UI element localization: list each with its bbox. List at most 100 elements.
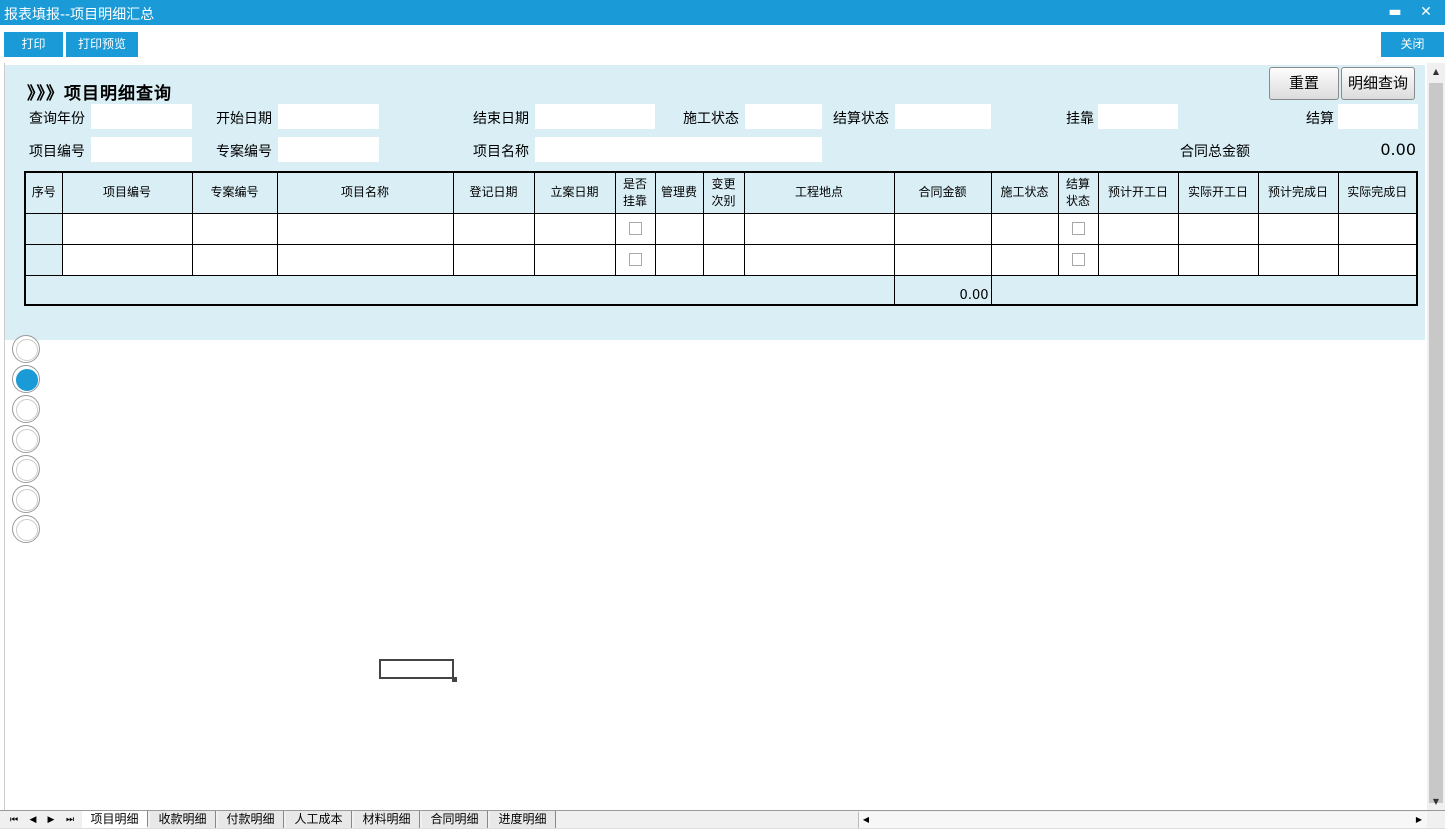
affiliated-checkbox[interactable] bbox=[628, 222, 642, 235]
cell bbox=[1057, 243, 1099, 276]
radio-option-1[interactable] bbox=[12, 335, 40, 363]
header-reg-date: 登记日期 bbox=[452, 171, 535, 214]
scroll-thumb[interactable] bbox=[1429, 83, 1443, 803]
settlement-checkbox[interactable] bbox=[1071, 222, 1085, 235]
cell[interactable] bbox=[1097, 212, 1179, 245]
radio-option-2[interactable] bbox=[12, 365, 40, 393]
cell[interactable] bbox=[1177, 212, 1259, 245]
close-button[interactable]: 关闭 bbox=[1381, 32, 1444, 57]
vertical-scrollbar[interactable]: ▲ ▼ bbox=[1427, 63, 1445, 811]
case-code-input[interactable] bbox=[278, 137, 379, 162]
cell bbox=[614, 212, 656, 245]
tab-progress-detail[interactable]: 进度明细 bbox=[490, 811, 556, 828]
header-filing-date: 立案日期 bbox=[533, 171, 616, 214]
print-button[interactable]: 打印 bbox=[4, 32, 63, 57]
scroll-up-icon[interactable]: ▲ bbox=[1427, 65, 1445, 79]
close-icon[interactable]: ✕ bbox=[1416, 3, 1436, 21]
radio-option-7[interactable] bbox=[12, 515, 40, 543]
end-date-input[interactable] bbox=[535, 104, 655, 129]
radio-option-6[interactable] bbox=[12, 485, 40, 513]
header-is-affiliated: 是否 挂靠 bbox=[614, 171, 656, 214]
construction-status-label: 施工状态 bbox=[683, 111, 739, 127]
tab-material-detail[interactable]: 材料明细 bbox=[354, 811, 420, 828]
header-contract-amount: 合同金额 bbox=[893, 171, 992, 214]
tab-labor-cost[interactable]: 人工成本 bbox=[286, 811, 352, 828]
cell[interactable] bbox=[191, 212, 278, 245]
cell[interactable] bbox=[276, 243, 454, 276]
tab-contract-detail[interactable]: 合同明细 bbox=[422, 811, 488, 828]
selected-cell-cursor[interactable] bbox=[379, 659, 457, 682]
header-settle-status: 结算 状态 bbox=[1057, 171, 1099, 214]
cell[interactable] bbox=[191, 243, 278, 276]
cell[interactable] bbox=[1257, 212, 1339, 245]
affiliated-checkbox[interactable] bbox=[628, 253, 642, 266]
year-input[interactable] bbox=[91, 104, 192, 129]
scroll-right-icon[interactable]: ▶ bbox=[1412, 812, 1426, 828]
settlement-label: 结算 bbox=[1306, 111, 1334, 127]
cell[interactable] bbox=[702, 212, 745, 245]
header-construction-status: 施工状态 bbox=[990, 171, 1059, 214]
title-bar: 报表填报--项目明细汇总 ▬ ✕ bbox=[0, 0, 1445, 25]
prev-sheet-icon[interactable]: ◀ bbox=[25, 812, 41, 828]
cell[interactable] bbox=[990, 243, 1059, 276]
cell[interactable] bbox=[743, 243, 895, 276]
detail-query-button[interactable]: 明细查询 bbox=[1341, 67, 1415, 100]
cell[interactable] bbox=[533, 212, 616, 245]
reset-button[interactable]: 重置 bbox=[1269, 67, 1339, 100]
tab-project-detail[interactable]: 项目明细 bbox=[82, 811, 148, 828]
project-name-input[interactable] bbox=[535, 137, 822, 162]
table-row bbox=[24, 243, 1418, 276]
last-sheet-icon[interactable]: ⏭ bbox=[62, 812, 78, 828]
settlement-status-label: 结算状态 bbox=[833, 111, 889, 127]
summary-contract-amount: 0.00 bbox=[893, 274, 992, 306]
cell[interactable] bbox=[654, 243, 704, 276]
header-is-affiliated-line1: 是否 bbox=[622, 176, 647, 191]
cell[interactable] bbox=[61, 212, 193, 245]
header-plan-start: 预计开工日 bbox=[1097, 171, 1179, 214]
settlement-input[interactable] bbox=[1338, 104, 1418, 129]
start-date-input[interactable] bbox=[278, 104, 379, 129]
next-sheet-icon[interactable]: ▶ bbox=[43, 812, 59, 828]
radio-option-4[interactable] bbox=[12, 425, 40, 453]
scroll-down-icon[interactable]: ▼ bbox=[1427, 795, 1445, 809]
header-actual-start: 实际开工日 bbox=[1177, 171, 1259, 214]
cell[interactable] bbox=[1097, 243, 1179, 276]
cell[interactable] bbox=[61, 243, 193, 276]
header-project-name: 项目名称 bbox=[276, 171, 454, 214]
scroll-left-icon[interactable]: ◀ bbox=[859, 812, 873, 828]
cell[interactable] bbox=[893, 212, 992, 245]
settlement-checkbox[interactable] bbox=[1071, 253, 1085, 266]
construction-status-input[interactable] bbox=[745, 104, 822, 129]
cell[interactable] bbox=[702, 243, 745, 276]
cell bbox=[614, 243, 656, 276]
cell[interactable] bbox=[1177, 243, 1259, 276]
cell[interactable] bbox=[990, 212, 1059, 245]
cell[interactable] bbox=[452, 212, 535, 245]
horizontal-scrollbar[interactable]: ◀ ▶ bbox=[858, 812, 1427, 828]
row-seq-cell bbox=[24, 243, 63, 276]
tab-payment-detail[interactable]: 付款明细 bbox=[218, 811, 284, 828]
year-label: 查询年份 bbox=[29, 111, 85, 127]
cell[interactable] bbox=[276, 212, 454, 245]
cell[interactable] bbox=[533, 243, 616, 276]
cell[interactable] bbox=[452, 243, 535, 276]
settlement-status-input[interactable] bbox=[895, 104, 991, 129]
cell[interactable] bbox=[893, 243, 992, 276]
table-summary-row: 0.00 bbox=[24, 274, 1418, 306]
start-date-label: 开始日期 bbox=[216, 111, 272, 127]
cell[interactable] bbox=[1257, 243, 1339, 276]
cell[interactable] bbox=[1337, 212, 1418, 245]
radio-option-3[interactable] bbox=[12, 395, 40, 423]
cell[interactable] bbox=[654, 212, 704, 245]
project-code-input[interactable] bbox=[91, 137, 192, 162]
affiliated-input[interactable] bbox=[1098, 104, 1178, 129]
header-change-line1: 变更 bbox=[711, 176, 736, 191]
minimize-icon[interactable]: ▬ bbox=[1385, 3, 1405, 21]
cell[interactable] bbox=[743, 212, 895, 245]
radio-option-5[interactable] bbox=[12, 455, 40, 483]
print-preview-button[interactable]: 打印预览 bbox=[66, 32, 138, 57]
tab-receipt-detail[interactable]: 收款明细 bbox=[150, 811, 216, 828]
toolbar: 打印 打印预览 关闭 bbox=[0, 25, 1445, 63]
first-sheet-icon[interactable]: ⏮ bbox=[6, 812, 22, 828]
cell[interactable] bbox=[1337, 243, 1418, 276]
